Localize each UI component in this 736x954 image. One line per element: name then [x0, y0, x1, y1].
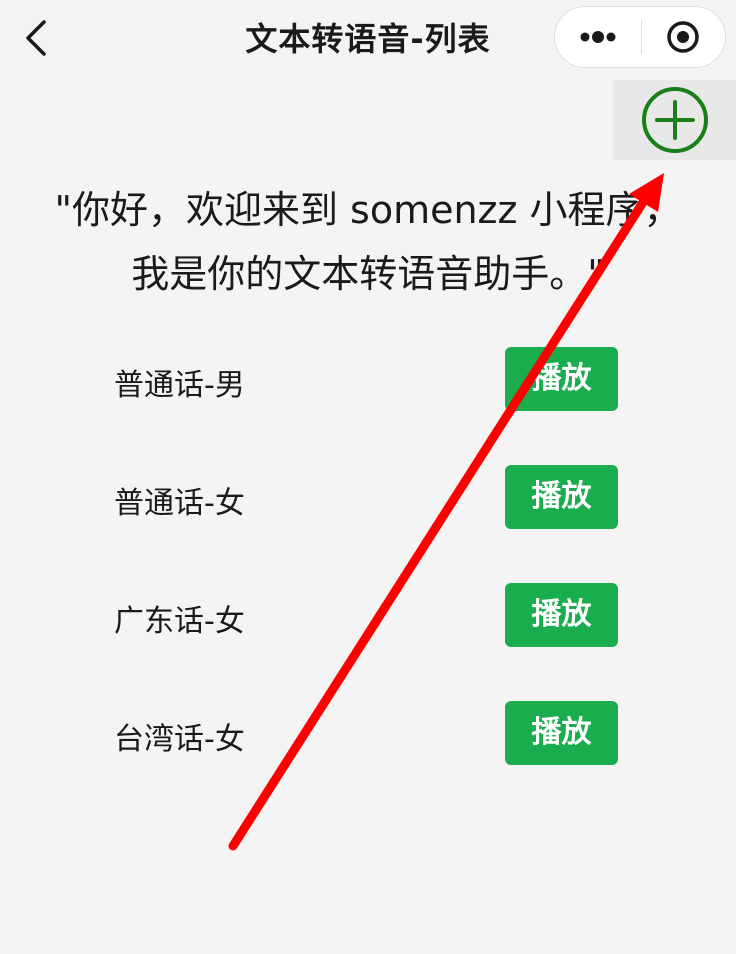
plus-circle-icon	[641, 87, 708, 153]
chevron-left-icon	[26, 20, 46, 56]
more-dots-icon	[580, 31, 616, 43]
navigation-bar: 文本转语音-列表	[0, 0, 736, 78]
voice-label: 台湾话-女	[114, 722, 245, 757]
play-button[interactable]: 播放	[505, 583, 618, 647]
voice-label: 普通话-男	[114, 368, 245, 403]
greeting-line-2: 我是你的文本转语音助手。"	[131, 252, 605, 296]
capsule-menu	[554, 6, 726, 68]
play-button[interactable]: 播放	[505, 347, 618, 411]
greeting-text: "你好，欢迎来到 somenzz 小程序， 我是你的文本转语音助手。"	[0, 178, 736, 306]
play-button[interactable]: 播放	[505, 465, 618, 529]
list-item: 广东话-女 播放	[0, 576, 736, 694]
play-button[interactable]: 播放	[505, 701, 618, 765]
greeting-line-1: "你好，欢迎来到 somenzz 小程序，	[54, 188, 682, 232]
target-circle-icon	[667, 21, 699, 53]
more-button[interactable]	[555, 6, 641, 68]
voice-label: 普通话-女	[114, 486, 245, 521]
voice-label: 广东话-女	[114, 604, 245, 639]
voice-list: 普通话-男 播放 普通话-女 播放 广东话-女 播放 台湾话-女 播放	[0, 340, 736, 812]
back-button[interactable]	[14, 14, 58, 62]
list-item: 普通话-女 播放	[0, 458, 736, 576]
close-miniprogram-button[interactable]	[642, 6, 726, 68]
list-item: 普通话-男 播放	[0, 340, 736, 458]
add-voice-button[interactable]	[613, 80, 736, 160]
list-item: 台湾话-女 播放	[0, 694, 736, 812]
